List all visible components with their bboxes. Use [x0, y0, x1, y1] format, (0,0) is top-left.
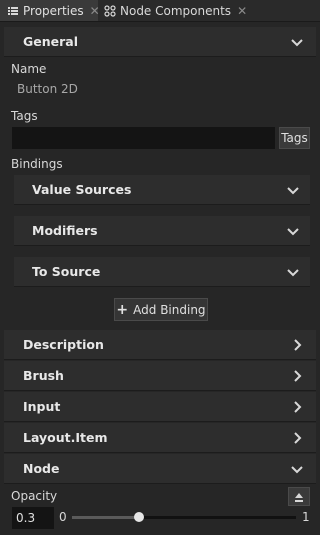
- binding-value-sources-label: Value Sources: [32, 182, 132, 197]
- name-value[interactable]: Button 2D: [17, 82, 78, 96]
- tab-properties-label: Properties: [23, 3, 84, 18]
- add-binding-button[interactable]: + Add Binding: [114, 298, 208, 321]
- chevron-right-icon: [294, 370, 302, 382]
- bindings-label: Bindings: [11, 157, 63, 171]
- name-label: Name: [11, 62, 47, 76]
- node-components-icon: [104, 4, 116, 17]
- list-icon: [7, 5, 19, 17]
- chevron-right-icon: [294, 401, 302, 413]
- section-node[interactable]: Node: [4, 454, 316, 484]
- chevron-right-icon: [294, 432, 302, 444]
- tags-label: Tags: [11, 109, 38, 123]
- tab-node-components-label: Node Components: [120, 3, 232, 18]
- slider-max-label: 1: [302, 510, 310, 524]
- section-general[interactable]: General: [4, 27, 316, 57]
- opacity-slider-fill: [72, 516, 140, 519]
- tab-properties[interactable]: Properties ✕: [0, 0, 100, 21]
- binding-to-source[interactable]: To Source: [14, 257, 310, 287]
- section-layout-item[interactable]: Layout.Item: [4, 423, 316, 453]
- section-description[interactable]: Description: [4, 330, 316, 360]
- slider-min-label: 0: [59, 510, 67, 524]
- chevron-right-icon: [294, 339, 302, 351]
- tags-button[interactable]: Tags: [279, 127, 310, 149]
- opacity-label: Opacity: [11, 489, 58, 503]
- tab-bar: Properties ✕ Node Components ✕: [0, 0, 320, 22]
- section-node-label: Node: [23, 461, 60, 476]
- chevron-down-icon: [291, 466, 303, 474]
- section-description-label: Description: [23, 337, 104, 352]
- chevron-down-icon: [287, 269, 299, 277]
- binding-to-source-label: To Source: [32, 264, 101, 279]
- reset-property-button[interactable]: [288, 487, 310, 506]
- section-input-label: Input: [23, 399, 61, 414]
- tab-node-components[interactable]: Node Components ✕: [99, 0, 247, 21]
- section-input[interactable]: Input: [4, 392, 316, 422]
- section-brush[interactable]: Brush: [4, 361, 316, 391]
- add-binding-label: Add Binding: [133, 302, 206, 317]
- tags-input[interactable]: [12, 127, 275, 149]
- upload-icon: [295, 492, 303, 502]
- binding-value-sources[interactable]: Value Sources: [14, 175, 310, 205]
- binding-modifiers[interactable]: Modifiers: [14, 216, 310, 246]
- chevron-down-icon: [291, 39, 303, 47]
- close-icon[interactable]: ✕: [237, 4, 247, 18]
- opacity-slider-track[interactable]: [72, 516, 296, 519]
- binding-modifiers-label: Modifiers: [32, 223, 98, 238]
- plus-icon: +: [116, 301, 129, 318]
- chevron-down-icon: [287, 228, 299, 236]
- section-brush-label: Brush: [23, 368, 64, 383]
- opacity-input[interactable]: 0.3: [12, 507, 54, 529]
- section-layout-item-label: Layout.Item: [23, 430, 108, 445]
- chevron-down-icon: [287, 187, 299, 195]
- section-general-label: General: [23, 34, 78, 49]
